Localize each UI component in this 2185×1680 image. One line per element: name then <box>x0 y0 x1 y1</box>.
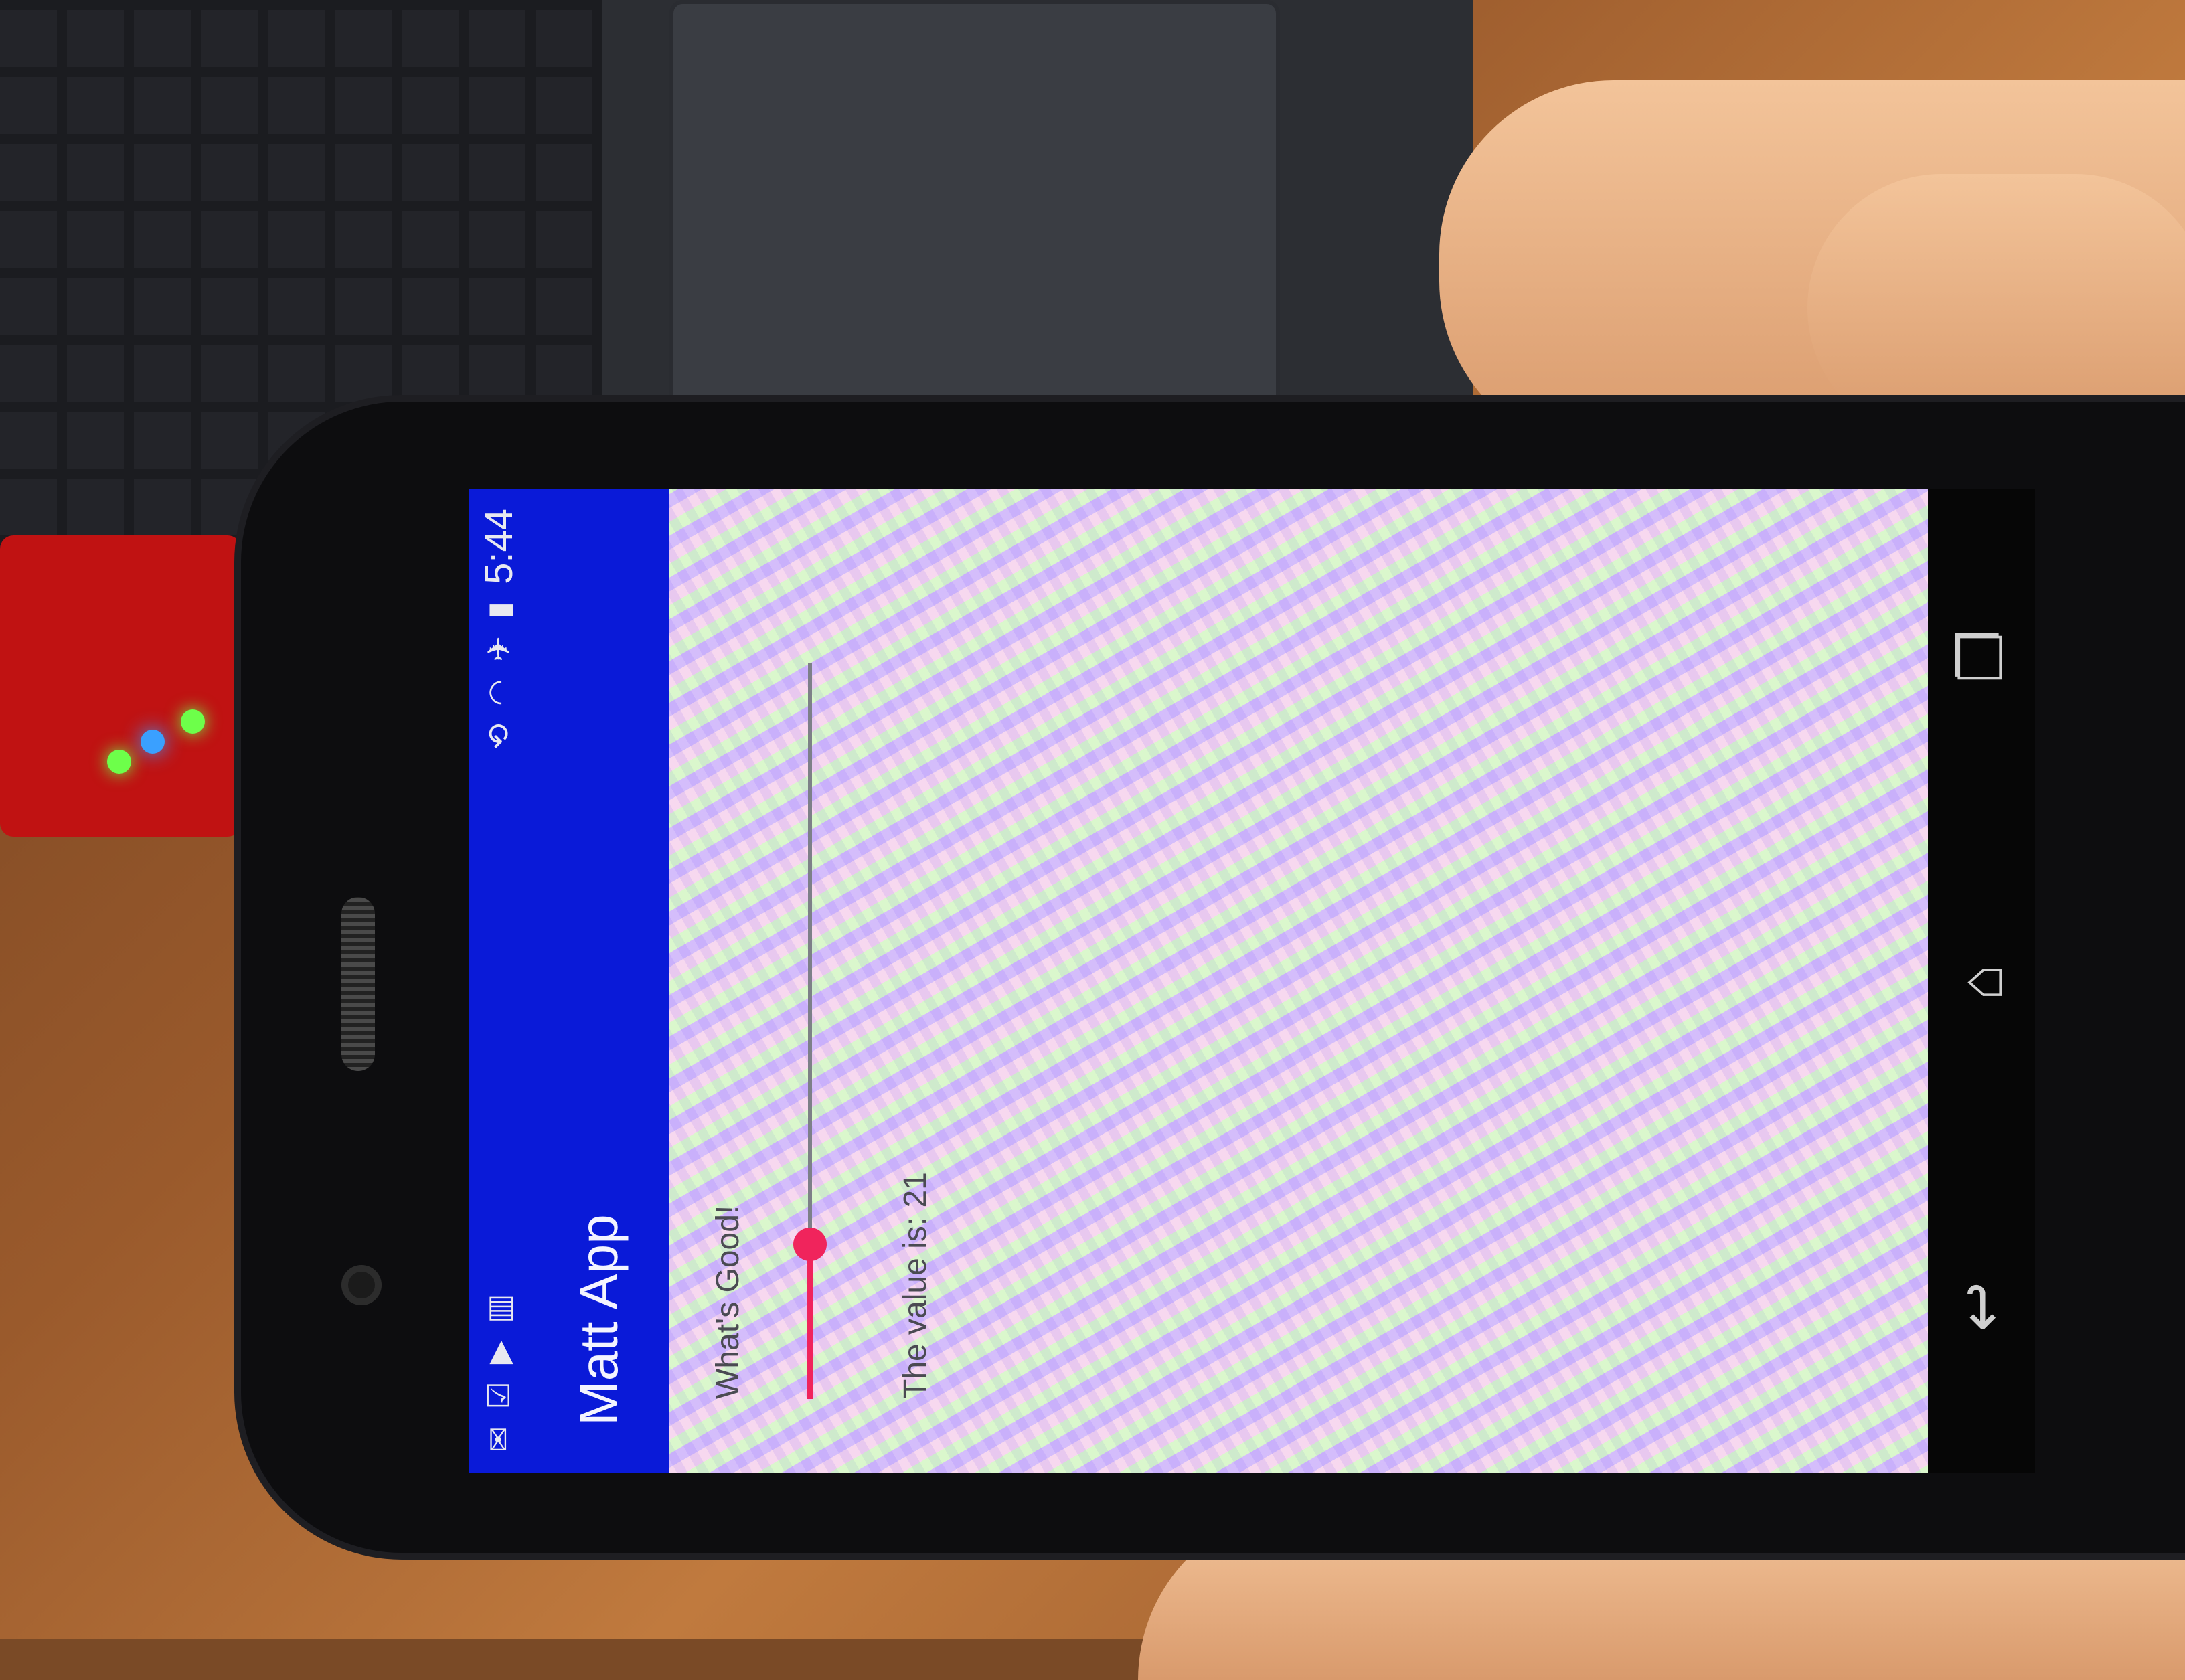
battery-icon: ▮ <box>481 601 516 619</box>
blue-led <box>141 730 165 754</box>
value-slider[interactable] <box>783 663 837 1399</box>
wifi-icon: ◠ <box>481 679 516 706</box>
checkbox-icon: ☑ <box>481 1381 516 1410</box>
rotation-icon: ⟲ <box>481 723 516 750</box>
red-device <box>0 535 241 837</box>
app-title: Matt App <box>569 1214 629 1426</box>
back-icon[interactable]: ↩ <box>1948 1282 2015 1332</box>
greeting-text: What's Good! <box>710 1205 746 1399</box>
notification-icons: ✉ ☑ ▶ ▥ <box>481 1294 516 1452</box>
green-led <box>181 709 205 734</box>
system-icons: ⟲ ◠ ✈ ▮ 5:44 <box>477 509 521 749</box>
play-store-icon: ▶ <box>481 1340 516 1365</box>
app-bar: Matt App <box>529 489 669 1473</box>
earpiece-speaker <box>341 897 375 1071</box>
app-screen: ✉ ☑ ▶ ▥ ⟲ ◠ ✈ ▮ 5:44 Matt App What's Goo… <box>469 489 2035 1473</box>
slider-fill <box>807 1244 813 1399</box>
status-clock: 5:44 <box>477 509 521 584</box>
gmail-icon: ✉ <box>481 1426 516 1452</box>
green-led <box>107 750 131 774</box>
airplane-icon: ✈ <box>481 636 516 662</box>
slider-thumb[interactable] <box>793 1228 827 1261</box>
laptop-trackpad <box>669 0 1280 410</box>
home-icon[interactable]: ⌂ <box>1948 964 2015 1000</box>
phone-screen: ✉ ☑ ▶ ▥ ⟲ ◠ ✈ ▮ 5:44 Matt App What's Goo… <box>469 489 2035 1473</box>
status-bar: ✉ ☑ ▶ ▥ ⟲ ◠ ✈ ▮ 5:44 <box>469 489 529 1473</box>
navigation-bar: ↩ ⌂ ❐ <box>1928 489 2035 1473</box>
barcode-icon: ▥ <box>481 1294 516 1323</box>
value-label: The value is: 21 <box>898 1172 933 1399</box>
recents-icon[interactable]: ❐ <box>1948 629 2015 683</box>
front-camera <box>341 1265 382 1305</box>
